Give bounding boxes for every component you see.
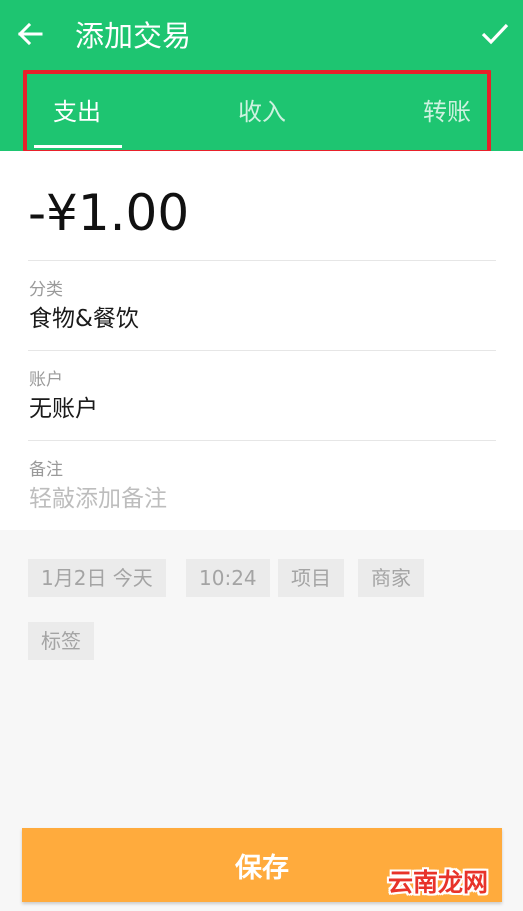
arrow-left-icon	[16, 20, 44, 52]
divider	[28, 440, 496, 441]
tab-expense[interactable]: 支出	[53, 94, 101, 130]
note-label: 备注	[29, 460, 63, 480]
tab-income[interactable]: 收入	[238, 94, 286, 130]
divider	[28, 350, 496, 351]
back-button[interactable]	[10, 16, 50, 56]
tag-chip[interactable]: 标签	[28, 622, 94, 660]
time-chip[interactable]: 10:24	[186, 559, 270, 597]
check-icon	[480, 19, 510, 53]
merchant-chip[interactable]: 商家	[358, 559, 424, 597]
account-value[interactable]: 无账户	[29, 394, 98, 424]
page-title: 添加交易	[75, 19, 192, 53]
top-bar: 添加交易	[0, 0, 523, 72]
transaction-form: -¥1.00 分类 食物&餐饮 账户 无账户 备注 轻敲添加备注	[0, 151, 523, 530]
tab-selected-indicator	[34, 145, 122, 148]
header: 添加交易 支出 收入 转账	[0, 0, 523, 154]
divider	[28, 260, 496, 261]
date-chip[interactable]: 1月2日 今天	[28, 559, 166, 597]
project-chip[interactable]: 项目	[278, 559, 344, 597]
amount-input[interactable]: -¥1.00	[28, 185, 189, 241]
category-label: 分类	[29, 280, 63, 300]
add-transaction-screen: 添加交易 支出 收入 转账 -¥1.00 分类 食物&餐饮 账户 无账户 备注 …	[0, 0, 523, 911]
category-value[interactable]: 食物&餐饮	[29, 304, 139, 334]
confirm-button[interactable]	[475, 16, 515, 56]
save-button-label: 保存	[235, 852, 289, 884]
account-label: 账户	[29, 370, 63, 390]
note-input[interactable]: 轻敲添加备注	[29, 484, 167, 514]
tab-transfer[interactable]: 转账	[423, 94, 471, 130]
watermark: 云南龙网	[388, 868, 489, 897]
